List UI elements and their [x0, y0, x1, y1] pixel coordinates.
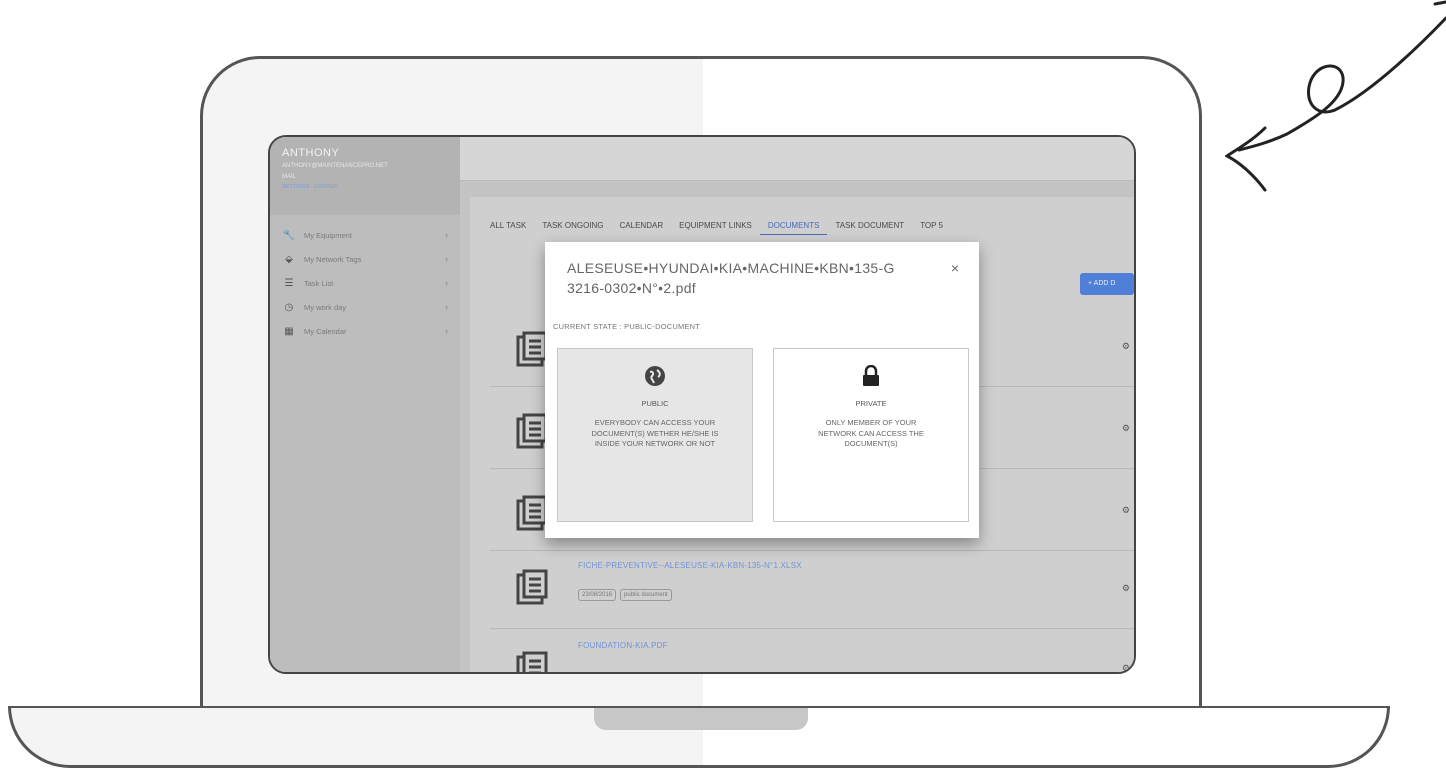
public-option-title: PUBLIC [641, 399, 669, 408]
modal-title: ALESEUSE•HYUNDAI•KIA•MACHINE•KBN•135-G32… [567, 260, 895, 296]
document-icon [516, 331, 548, 367]
sidebar-item-label: My work day [304, 302, 347, 312]
settings-gear-icon[interactable]: ⚙ [1122, 341, 1130, 352]
sidebar-item-task-list[interactable]: ☰ Task List › [270, 271, 460, 295]
add-document-button[interactable]: + ADD D [1080, 273, 1134, 295]
public-option-card[interactable]: PUBLIC EVERYBODY CAN ACCESS YOUR DOCUMEN… [557, 348, 753, 522]
private-option-description: ONLY MEMBER OF YOUR NETWORK CAN ACCESS T… [818, 418, 924, 448]
sidebar-item-label: My Network Tags [304, 254, 362, 264]
sidebar-nav: 🔧 My Equipment › ⬙ My Network Tags › ☰ T… [270, 223, 460, 343]
sidebar: ANTHONY ANTHONY@MAINTENANCEPRO.NET MAIL … [270, 137, 460, 672]
chevron-right-icon: › [445, 230, 448, 240]
tab-top-5[interactable]: TOP 5 [912, 217, 951, 235]
swirl-arrow-decoration [1225, 0, 1446, 192]
sidebar-item-calendar[interactable]: ▦ My Calendar › [270, 319, 460, 343]
wrench-icon: 🔧 [282, 229, 296, 241]
document-row[interactable]: FOUNDATION-KIA.PDF ⚙ [490, 629, 1134, 672]
top-bar [460, 137, 1134, 181]
profile-line: MAIL [282, 174, 297, 180]
settings-gear-icon[interactable]: ⚙ [1122, 505, 1130, 516]
sidebar-item-network-tags[interactable]: ⬙ My Network Tags › [270, 247, 460, 271]
profile-email: ANTHONY@MAINTENANCEPRO.NET [282, 163, 388, 169]
laptop-notch [594, 708, 808, 730]
tab-all-task[interactable]: ALL TASK [482, 217, 534, 235]
current-state-label: CURRENT STATE : PUBLIC-DOCUMENT [553, 322, 701, 331]
sidebar-item-label: My Calendar [304, 326, 347, 336]
chevron-right-icon: › [445, 254, 448, 264]
sidebar-item-work-day[interactable]: ◷ My work day › [270, 295, 460, 319]
tab-bar: ALL TASK TASK ONGOING CALENDAR EQUIPMENT… [482, 217, 951, 235]
settings-gear-icon[interactable]: ⚙ [1122, 423, 1130, 434]
tab-task-document[interactable]: TASK DOCUMENT [827, 217, 912, 235]
document-row[interactable]: FICHE-PREVENTIVE--ALESEUSE-KIA-KBN-135-N… [490, 549, 1134, 629]
profile-card: ANTHONY ANTHONY@MAINTENANCEPRO.NET MAIL … [270, 137, 460, 215]
sidebar-item-label: My Equipment [304, 230, 352, 240]
profile-link[interactable]: SETTINGS · LOGOUT [282, 184, 448, 190]
document-icon [516, 495, 548, 531]
tab-equipment-links[interactable]: EQUIPMENT LINKS [671, 217, 760, 235]
tab-task-ongoing[interactable]: TASK ONGOING [534, 217, 611, 235]
document-visibility-modal: ALESEUSE•HYUNDAI•KIA•MACHINE•KBN•135-G32… [545, 242, 979, 538]
private-option-card[interactable]: PRIVATE ONLY MEMBER OF YOUR NETWORK CAN … [773, 348, 969, 522]
document-title[interactable]: FOUNDATION-KIA.PDF [578, 641, 668, 650]
laptop-screen: ANTHONY ANTHONY@MAINTENANCEPRO.NET MAIL … [268, 135, 1136, 674]
close-icon[interactable]: × [951, 260, 959, 276]
sidebar-item-equipment[interactable]: 🔧 My Equipment › [270, 223, 460, 247]
document-title[interactable]: FICHE-PREVENTIVE--ALESEUSE-KIA-KBN-135-N… [578, 561, 802, 570]
clock-icon: ◷ [284, 301, 294, 313]
settings-gear-icon[interactable]: ⚙ [1122, 583, 1130, 594]
document-icon [516, 569, 548, 605]
globe-icon [558, 365, 752, 387]
chevron-right-icon: › [445, 302, 448, 312]
status-badge: public document [620, 589, 672, 601]
document-icon [516, 651, 548, 672]
public-option-description: EVERYBODY CAN ACCESS YOUR DOCUMENT(S) WE… [591, 418, 719, 448]
tab-calendar[interactable]: CALENDAR [612, 217, 672, 235]
calendar-icon: ▦ [284, 325, 294, 337]
lock-icon [774, 364, 968, 387]
chevron-right-icon: › [445, 326, 448, 336]
tab-documents[interactable]: DOCUMENTS [759, 217, 828, 235]
private-option-title: PRIVATE [855, 399, 887, 408]
chevron-right-icon: › [445, 278, 448, 288]
profile-name: ANTHONY [282, 147, 340, 159]
list-icon: ☰ [284, 277, 294, 289]
document-icon [516, 413, 548, 449]
sidebar-item-label: Task List [304, 278, 334, 288]
tag-icon: ⬙ [285, 253, 293, 265]
date-badge: 23/08/2016 [578, 589, 617, 601]
document-tags: 23/08/2016 public document [578, 589, 672, 601]
